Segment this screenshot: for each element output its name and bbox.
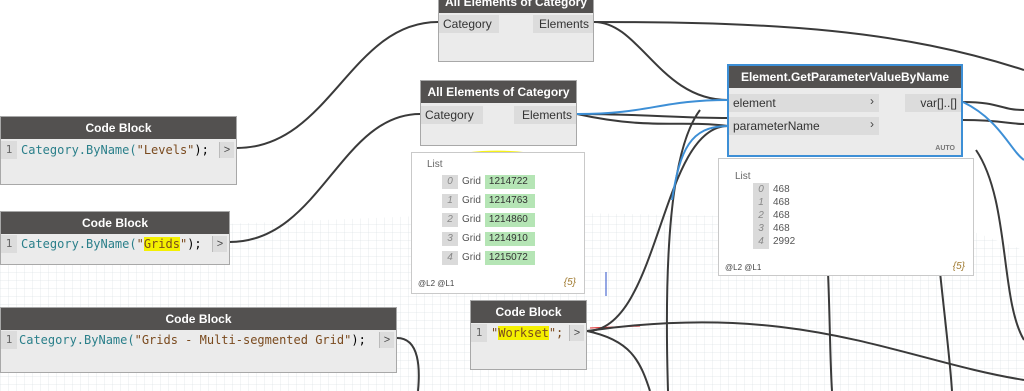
list-index: 3: [442, 232, 458, 246]
code-block-grids[interactable]: Code Block 1 Category.ByName("Grids"); >: [0, 211, 230, 265]
code-quote: ": [136, 237, 144, 251]
list-value: 468: [773, 210, 790, 221]
chevron-right-icon: ›: [870, 94, 874, 108]
list-item: 1 468: [753, 196, 790, 210]
code-end: );: [187, 237, 202, 251]
list-value: 1214722: [484, 175, 535, 189]
list-value: 1214910: [484, 232, 535, 246]
list-index: 3: [753, 222, 769, 236]
code-function: Category.ByName(: [21, 237, 137, 251]
wire-out-blue: [962, 101, 1024, 161]
line-number: 1: [1, 235, 17, 253]
list-label: Grid: [462, 195, 481, 206]
list-value: 2992: [773, 236, 796, 247]
code-line[interactable]: Category.ByName("Levels");: [21, 141, 209, 159]
code-string: "Levels": [136, 143, 195, 157]
input-port-element[interactable]: element: [729, 94, 879, 112]
list-value: 1214763: [484, 194, 535, 208]
output-port-elements[interactable]: Elements: [533, 15, 593, 33]
list-item: 4 2992: [753, 235, 795, 249]
preview-title: List: [427, 159, 443, 170]
code-function: Category.ByName(: [19, 333, 135, 347]
list-item: 3 Grid 1214910: [442, 232, 535, 246]
input-port-category[interactable]: Category: [439, 15, 499, 33]
list-item: 2 468: [753, 209, 790, 223]
node-title: Code Block: [1, 212, 229, 234]
list-value: 1214860: [484, 213, 535, 227]
list-index: 2: [753, 209, 769, 223]
list-index: 1: [442, 194, 458, 208]
list-index: 0: [753, 183, 769, 197]
code-function: Category.ByName(: [21, 143, 137, 157]
code-line[interactable]: Category.ByName("Grids");: [21, 235, 202, 253]
node-get-parameter-value[interactable]: Element.GetParameterValueByName element …: [727, 64, 963, 157]
code-block-levels[interactable]: Code Block 1 Category.ByName("Levels"); …: [0, 116, 237, 185]
list-count: {5}: [952, 261, 965, 272]
node-title: Code Block: [1, 308, 396, 330]
list-index: 0: [442, 175, 458, 189]
code-block-multi-segmented[interactable]: Code Block 1 Category.ByName("Grids - Mu…: [0, 307, 397, 373]
list-item: 1 Grid 1214763: [442, 194, 535, 208]
wire-levels-to-top: [236, 21, 439, 149]
code-block-workset[interactable]: Code Block 1 "Workset"; >: [470, 300, 587, 370]
list-index: 1: [753, 196, 769, 210]
wire-mid-to-element: [576, 99, 729, 115]
output-port[interactable]: >: [569, 325, 584, 341]
list-value: 468: [773, 223, 790, 234]
list-value: 468: [773, 197, 790, 208]
output-port[interactable]: >: [379, 332, 394, 348]
code-string: Workset: [498, 326, 549, 340]
preview-list-values: List 0 468 1 468 2 468 3 468 4 2992 @L2 @L1 {…: [718, 158, 974, 276]
code-end: );: [194, 143, 209, 157]
list-levels: @L2 @L1: [725, 263, 762, 272]
node-title: Element.GetParameterValueByName: [729, 66, 961, 88]
list-index: 2: [442, 213, 458, 227]
input-port-parameter-name[interactable]: parameterName: [729, 117, 879, 135]
list-label: Grid: [462, 214, 481, 225]
preview-list-grids: List 0 Grid 1214722 1 Grid 1214763 2 Grid 1214…: [411, 152, 585, 294]
lacing-mode-label: AUTO: [935, 145, 955, 152]
list-item: 0 468: [753, 183, 790, 197]
code-line[interactable]: Category.ByName("Grids - Multi-segmented…: [19, 331, 366, 349]
node-all-elements-mid[interactable]: All Elements of Category Category Elemen…: [420, 80, 577, 146]
preview-title: List: [735, 171, 751, 182]
input-port-category[interactable]: Category: [421, 106, 483, 124]
node-all-elements-top[interactable]: All Elements of Category Category Elemen…: [438, 0, 594, 62]
output-port[interactable]: >: [219, 142, 234, 158]
list-item: 3 468: [753, 222, 790, 236]
line-number: 1: [1, 331, 17, 349]
code-string: "Grids - Multi-segmented Grid": [134, 333, 352, 347]
code-line[interactable]: "Workset";: [491, 324, 563, 342]
output-port-elements[interactable]: Elements: [514, 106, 576, 124]
list-index: 4: [442, 251, 458, 265]
list-value: 1215072: [484, 251, 535, 265]
wire-top-right: [593, 21, 1024, 71]
chevron-right-icon: ›: [870, 117, 874, 131]
list-index: 4: [753, 235, 769, 249]
list-label: Grid: [462, 252, 481, 263]
wire-top-out: [593, 21, 729, 101]
node-title: All Elements of Category: [439, 0, 593, 13]
list-item: 4 Grid 1215072: [442, 251, 535, 265]
code-end: );: [351, 333, 366, 347]
node-title: All Elements of Category: [421, 81, 576, 103]
list-count: {5}: [563, 277, 576, 288]
line-number: 1: [471, 324, 487, 342]
list-item: 2 Grid 1214860: [442, 213, 535, 227]
list-value: 468: [773, 184, 790, 195]
node-title: Code Block: [471, 301, 586, 323]
line-number: 1: [1, 141, 17, 159]
list-levels: @L2 @L1: [418, 279, 455, 288]
output-port-var[interactable]: var[]..[]: [905, 94, 961, 112]
code-quote: ";: [548, 326, 564, 340]
list-label: Grid: [462, 176, 481, 187]
output-port[interactable]: >: [212, 236, 227, 252]
node-title: Code Block: [1, 117, 236, 139]
list-label: Grid: [462, 233, 481, 244]
code-string: Grids: [143, 237, 180, 251]
list-item: 0 Grid 1214722: [442, 175, 535, 189]
